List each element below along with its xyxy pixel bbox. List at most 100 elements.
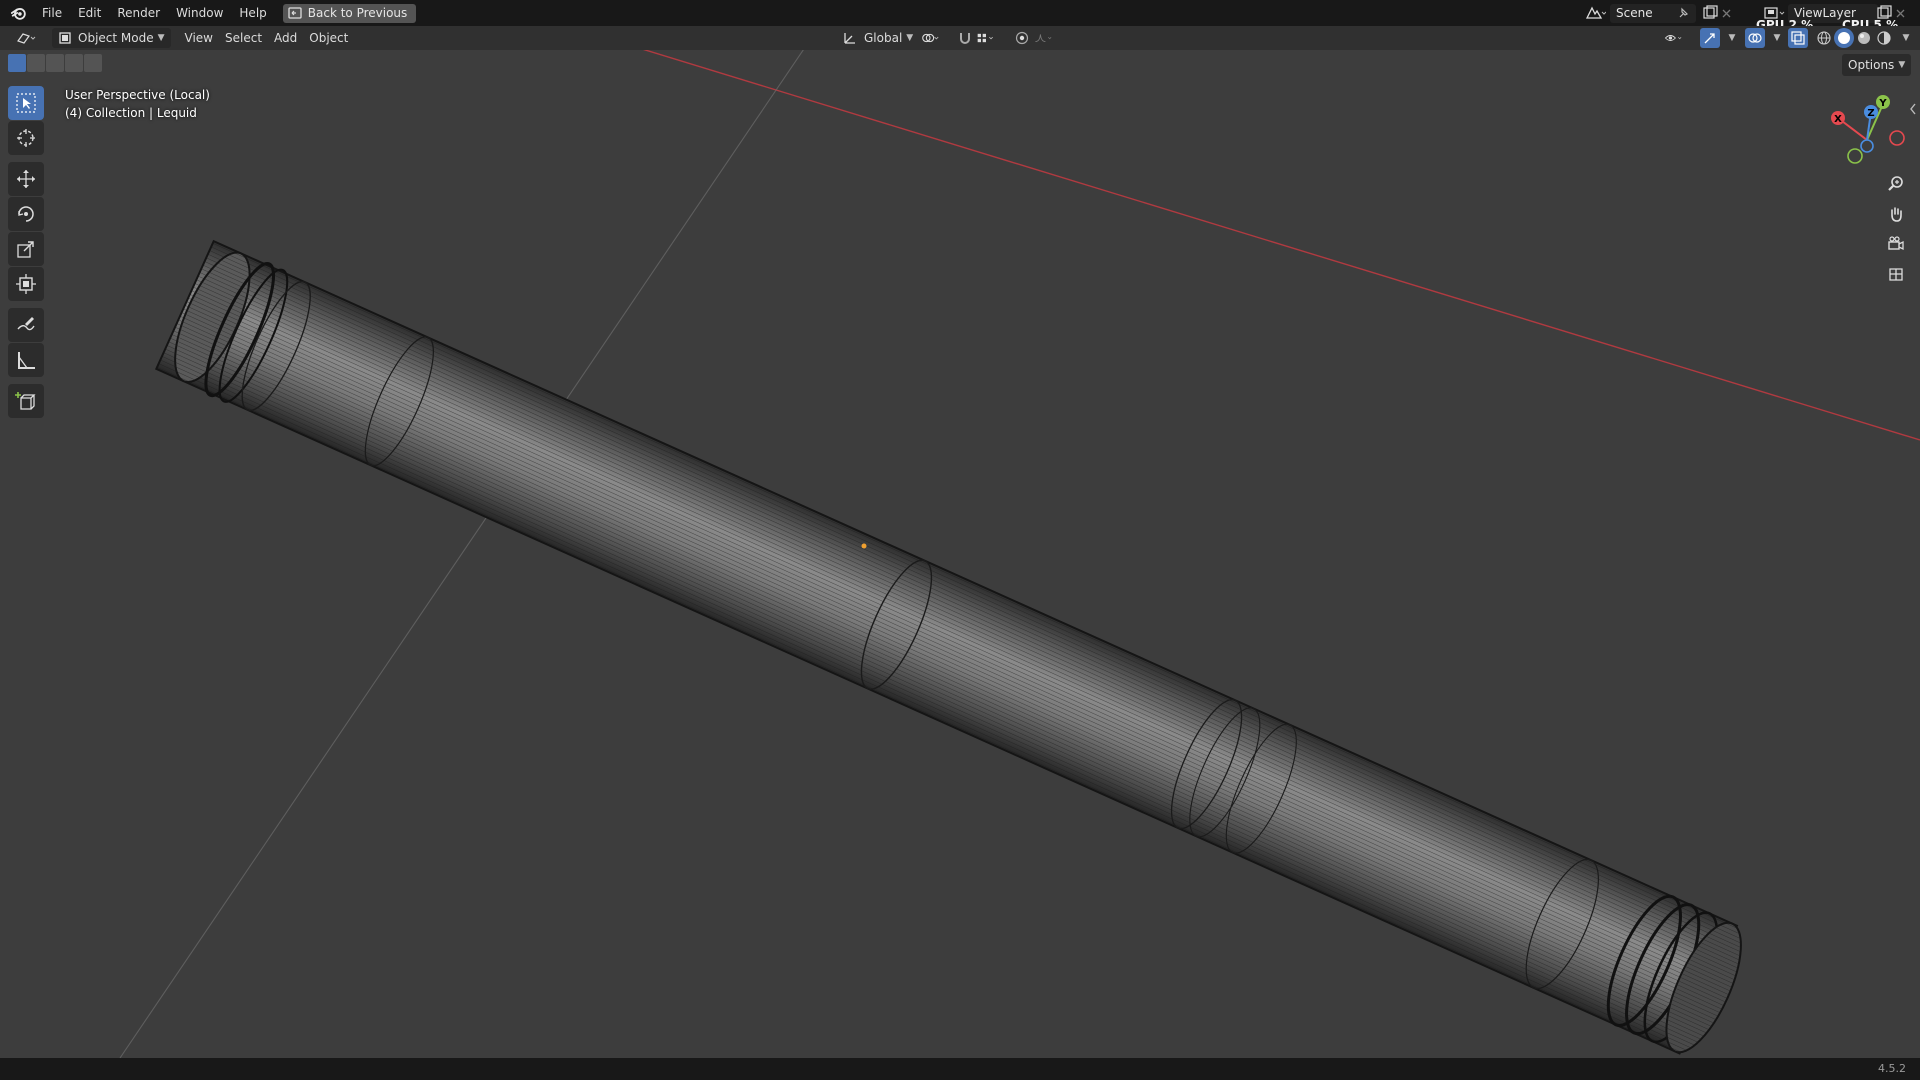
back-to-previous-button[interactable]: Back to Previous <box>282 3 417 23</box>
zoom-magnifier-icon <box>1888 176 1903 191</box>
camera-view-button[interactable] <box>1882 230 1910 258</box>
editor-type-selector[interactable] <box>8 28 46 48</box>
falloff-curve-icon <box>1035 34 1052 42</box>
chevron-down-icon: ▼ <box>157 33 165 43</box>
gizmo-z-label: Z <box>1867 108 1874 119</box>
transform-orientation-selector[interactable]: Global ▼ <box>836 28 919 48</box>
overlays-toggle[interactable] <box>1745 28 1765 48</box>
overlays-dropdown[interactable]: ▼ <box>1765 28 1785 48</box>
blender-logo-icon[interactable] <box>10 4 28 22</box>
chevron-down-icon: ▼ <box>1898 60 1906 70</box>
menu-window[interactable]: Window <box>168 0 231 26</box>
select-extend-button[interactable] <box>27 54 45 72</box>
menu-edit[interactable]: Edit <box>70 0 109 26</box>
tool-transform[interactable] <box>8 267 44 301</box>
visibility-selector[interactable] <box>1664 28 1684 48</box>
status-bar: 4.5.2 <box>0 1058 1920 1080</box>
menu-select[interactable]: Select <box>219 28 268 48</box>
orientation-label: Global <box>864 31 903 45</box>
menu-help[interactable]: Help <box>231 0 274 26</box>
pivot-point-button[interactable] <box>920 28 940 48</box>
material-sphere-icon <box>1858 32 1870 44</box>
select-invert-button[interactable] <box>65 54 83 72</box>
selection-mode-buttons <box>8 54 103 72</box>
solid-sphere-icon <box>1838 32 1850 44</box>
menu-file[interactable]: File <box>34 0 70 26</box>
pin-icon[interactable] <box>1674 5 1692 21</box>
object-mode-icon <box>59 32 71 44</box>
gizmo-dropdown[interactable]: ▼ <box>1720 28 1740 48</box>
select-new-button[interactable] <box>8 54 26 72</box>
tool-rotate[interactable] <box>8 197 44 231</box>
top-menu-bar: File Edit Render Window Help Back to Pre… <box>0 0 1920 32</box>
gizmo-y-label: Y <box>1878 98 1887 109</box>
tool-annotate[interactable] <box>8 308 44 342</box>
zoom-button[interactable] <box>1882 170 1910 198</box>
menu-render[interactable]: Render <box>109 0 168 26</box>
snap-toggle[interactable] <box>955 28 975 48</box>
gizmo-neg-z[interactable] <box>1860 139 1874 153</box>
shading-rendered-button[interactable] <box>1874 28 1894 48</box>
select-subtract-button[interactable] <box>46 54 64 72</box>
gizmo-x-label: X <box>1834 114 1842 125</box>
snap-target-selector[interactable] <box>976 28 996 48</box>
proportional-editing-toggle[interactable] <box>1012 28 1032 48</box>
object-origin-dot <box>861 543 867 549</box>
chevron-down-icon: ▼ <box>1902 33 1910 43</box>
scene-selector[interactable]: Scene <box>1584 3 1734 23</box>
new-scene-icon[interactable] <box>1700 5 1720 21</box>
tool-move[interactable] <box>8 162 44 196</box>
cursor-icon <box>17 129 35 147</box>
proportional-falloff-selector[interactable] <box>1034 28 1054 48</box>
orientation-axes-icon <box>844 33 855 44</box>
rendered-sphere-icon <box>1877 31 1891 45</box>
magnet-icon <box>960 33 970 44</box>
mode-label: Object Mode <box>78 31 154 45</box>
tool-measure[interactable] <box>8 343 44 377</box>
toggle-perspective-button[interactable] <box>1882 260 1910 288</box>
mode-selector[interactable]: Object Mode ▼ <box>52 28 171 48</box>
editor-type-icon <box>17 33 36 44</box>
tool-select-box[interactable] <box>8 86 44 120</box>
xray-icon <box>1791 31 1805 45</box>
tool-scale[interactable] <box>8 232 44 266</box>
overlays-icon <box>1748 33 1762 43</box>
options-label: Options <box>1848 58 1895 72</box>
chevron-down-icon: ▼ <box>1773 33 1781 43</box>
menu-add[interactable]: Add <box>268 28 303 48</box>
measure-ruler-icon <box>18 352 35 369</box>
close-scene-icon[interactable] <box>1720 5 1734 21</box>
shading-wireframe-button[interactable] <box>1814 28 1834 48</box>
viewport-header: Object Mode ▼ View Select Add Object Glo… <box>0 26 1920 50</box>
tool-add-cube[interactable] <box>8 384 44 418</box>
gizmo-toggle[interactable] <box>1700 28 1720 48</box>
scene-name-text: Scene <box>1616 5 1653 20</box>
transform-icon <box>16 274 36 294</box>
gizmo-neg-x[interactable] <box>1889 130 1905 146</box>
tool-cursor[interactable] <box>8 121 44 155</box>
shading-dropdown[interactable]: ▼ <box>1894 28 1914 48</box>
shading-material-button[interactable] <box>1854 28 1874 48</box>
collection-label: (4) Collection | Lequid <box>65 106 197 120</box>
options-dropdown[interactable]: Options ▼ <box>1842 54 1912 76</box>
version-label: 4.5.2 <box>1878 1062 1906 1075</box>
select-intersect-button[interactable] <box>84 54 102 72</box>
select-box-icon <box>16 93 36 113</box>
viewport-info-overlay: User Perspective (Local) (4) Collection … <box>65 86 210 122</box>
xray-toggle[interactable] <box>1788 28 1808 48</box>
menu-view[interactable]: View <box>179 28 219 48</box>
sidebar-toggle-arrow-icon[interactable] <box>1908 102 1918 116</box>
pan-button[interactable] <box>1882 200 1910 228</box>
perspective-grid-icon <box>1889 268 1903 281</box>
scale-icon <box>17 241 34 258</box>
navigation-gizmo[interactable]: X Z Y <box>1815 90 1915 170</box>
proportional-edit-icon <box>1015 31 1029 45</box>
gizmo-neg-y[interactable] <box>1847 148 1863 164</box>
gizmo-icon <box>1704 33 1715 44</box>
cylinder-mesh[interactable] <box>154 239 1756 1058</box>
viewport-3d[interactable] <box>0 50 1920 1058</box>
shading-solid-button[interactable] <box>1834 28 1854 48</box>
pivot-icon <box>922 33 939 43</box>
menu-object[interactable]: Object <box>303 28 354 48</box>
chevron-down-icon: ▼ <box>1728 33 1736 43</box>
